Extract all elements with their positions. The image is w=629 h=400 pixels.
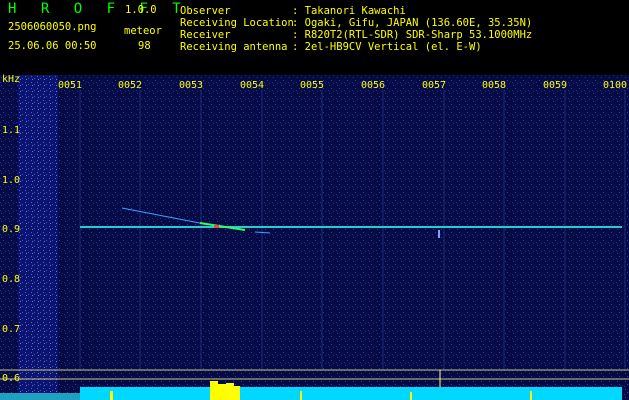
x-tick: 0055 [300, 80, 325, 91]
file-name: 2506060050.png [8, 21, 97, 33]
location-label: Receiving Location [180, 17, 294, 29]
x-tick: 0051 [58, 80, 83, 91]
antenna-value: : 2el-HB9CV Vertical (el. E-W) [292, 41, 482, 53]
power-bar-left [0, 393, 80, 400]
y-tick: 0.9 [2, 224, 21, 235]
x-tick: 0054 [240, 80, 265, 91]
spectrogram-canvas [0, 75, 629, 400]
receiver-label: Receiver [180, 29, 231, 41]
counter-value: 98 [138, 40, 151, 52]
location-value: : Ogaki, Gifu, JAPAN (136.60E, 35.35N) [292, 17, 533, 29]
app-version: 1.0.0 [125, 4, 157, 16]
counter-label: meteor [124, 25, 162, 37]
observer-label: Observer [180, 5, 231, 17]
x-tick: 0052 [118, 80, 143, 91]
y-tick: 0.6 [2, 373, 21, 384]
x-tick: 0053 [179, 80, 204, 91]
x-tick: 0058 [482, 80, 507, 91]
x-tick: 0057 [422, 80, 447, 91]
y-axis-unit: kHz [2, 74, 21, 85]
power-bar [80, 387, 622, 400]
x-tick: 0056 [361, 80, 386, 91]
x-tick: 0059 [543, 80, 568, 91]
observer-value: : Takanori Kawachi [292, 5, 406, 17]
receiver-value: : R820T2(RTL-SDR) SDR-Sharp 53.1000MHz [292, 29, 533, 41]
app-logo: H R O F F T [8, 1, 189, 17]
noisy-left-band [18, 75, 58, 400]
antenna-label: Receiving antenna [180, 41, 288, 53]
y-tick: 0.8 [2, 274, 21, 285]
y-tick: 0.7 [2, 324, 21, 335]
date-time: 25.06.06 00:50 [8, 40, 97, 52]
x-tick: 0100 [603, 80, 628, 91]
y-tick: 1.0 [2, 175, 21, 186]
y-tick: 1.1 [2, 125, 21, 136]
spectrum-background [0, 75, 629, 400]
spectrogram[interactable] [0, 75, 629, 400]
